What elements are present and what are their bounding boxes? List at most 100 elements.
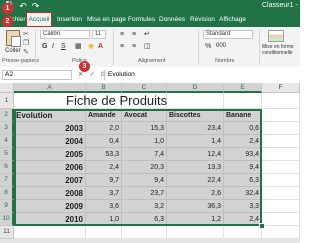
align-middle-icon[interactable]: ≡ bbox=[132, 30, 136, 39]
tab-accueil[interactable]: Accueil bbox=[26, 12, 52, 27]
cell[interactable] bbox=[224, 226, 262, 239]
row-header-6[interactable]: 6 bbox=[0, 161, 14, 174]
redo-icon[interactable]: ↷ bbox=[32, 1, 40, 11]
year-cell[interactable]: 2006 bbox=[14, 161, 86, 174]
number-format-select[interactable]: Standard bbox=[203, 30, 253, 39]
cell[interactable] bbox=[262, 135, 300, 148]
value-cell[interactable]: 1,0 bbox=[122, 135, 167, 148]
conditional-formatting-icon[interactable] bbox=[268, 30, 284, 42]
value-cell[interactable]: 6,3 bbox=[224, 174, 262, 187]
year-cell[interactable]: 2009 bbox=[14, 200, 86, 213]
fill-handle[interactable] bbox=[259, 223, 265, 229]
cell[interactable] bbox=[262, 93, 300, 109]
row-header-9[interactable]: 9 bbox=[0, 200, 14, 213]
paste-icon[interactable] bbox=[6, 30, 21, 47]
value-cell[interactable]: 1,2 bbox=[167, 213, 224, 226]
value-cell[interactable]: 23,7 bbox=[122, 187, 167, 200]
font-color-icon[interactable]: A bbox=[98, 42, 103, 51]
header-cell[interactable]: Banane bbox=[224, 109, 251, 122]
value-cell[interactable]: 1,0 bbox=[86, 213, 122, 226]
cell[interactable] bbox=[262, 109, 300, 122]
borders-icon[interactable]: ▦ bbox=[75, 42, 82, 51]
column-header-c[interactable]: C bbox=[122, 83, 167, 93]
tab-mise-en-page[interactable]: Mise en page bbox=[87, 12, 126, 27]
cell[interactable] bbox=[224, 93, 262, 109]
cell[interactable] bbox=[262, 213, 300, 226]
value-cell[interactable]: 1,4 bbox=[167, 135, 224, 148]
cell[interactable] bbox=[262, 148, 300, 161]
column-header-a[interactable]: A bbox=[14, 83, 86, 93]
cell[interactable] bbox=[122, 226, 167, 239]
year-cell[interactable]: 2005 bbox=[14, 148, 86, 161]
value-cell[interactable]: 12,4 bbox=[167, 148, 224, 161]
cell[interactable] bbox=[262, 226, 300, 239]
header-cell[interactable]: Amande bbox=[86, 109, 116, 122]
cell[interactable] bbox=[262, 174, 300, 187]
value-cell[interactable]: 15,3 bbox=[122, 122, 167, 135]
select-all-corner[interactable] bbox=[0, 83, 14, 93]
year-cell[interactable]: 2008 bbox=[14, 187, 86, 200]
underline-button[interactable]: S bbox=[61, 42, 66, 51]
row-header-3[interactable]: 3 bbox=[0, 122, 14, 135]
wrap-text-icon[interactable]: ↵ bbox=[144, 30, 150, 39]
year-cell[interactable]: 2003 bbox=[14, 122, 86, 135]
value-cell[interactable]: 0,4 bbox=[86, 135, 122, 148]
fill-color-icon[interactable]: ◉ bbox=[88, 42, 94, 51]
value-cell[interactable]: 2,0 bbox=[86, 122, 122, 135]
value-cell[interactable]: 9,4 bbox=[224, 161, 262, 174]
row-header-11[interactable]: 11 bbox=[0, 226, 14, 239]
value-cell[interactable]: 53,3 bbox=[86, 148, 122, 161]
font-name-select[interactable]: Calibri bbox=[40, 30, 90, 39]
year-cell[interactable]: 2010 bbox=[14, 213, 86, 226]
spreadsheet-grid[interactable]: A B C D E F 1 2 3 4 5 6 7 8 9 10 11 Fiche de Produits Evol… bbox=[0, 83, 300, 239]
value-cell[interactable]: 36,3 bbox=[167, 200, 224, 213]
tab-revision[interactable]: Révision bbox=[190, 12, 215, 27]
value-cell[interactable]: 2,4 bbox=[224, 213, 262, 226]
tab-insertion[interactable]: Insertion bbox=[57, 12, 82, 27]
cell[interactable] bbox=[262, 200, 300, 213]
cell[interactable] bbox=[262, 187, 300, 200]
italic-button[interactable]: I bbox=[52, 42, 54, 51]
row-header-10[interactable]: 10 bbox=[0, 213, 14, 226]
cut-icon[interactable]: ✂ bbox=[23, 30, 29, 38]
value-cell[interactable]: 3,7 bbox=[86, 187, 122, 200]
year-cell[interactable]: 2004 bbox=[14, 135, 86, 148]
name-box[interactable]: A2 bbox=[2, 70, 72, 80]
row-header-5[interactable]: 5 bbox=[0, 148, 14, 161]
conditional-formatting-button[interactable]: Mise en forme conditionnelle bbox=[262, 44, 302, 56]
enter-icon[interactable]: ✓ bbox=[89, 71, 94, 78]
value-cell[interactable]: 2,6 bbox=[167, 187, 224, 200]
value-cell[interactable]: 2,4 bbox=[86, 161, 122, 174]
tab-affichage[interactable]: Affichage bbox=[219, 12, 246, 27]
formula-input[interactable]: Evolution bbox=[104, 70, 298, 80]
value-cell[interactable]: 2,4 bbox=[224, 135, 262, 148]
header-cell[interactable]: Avocat bbox=[122, 109, 147, 122]
column-header-e[interactable]: E bbox=[224, 83, 262, 93]
thousands-button[interactable]: 000 bbox=[216, 42, 226, 51]
header-cell-evolution[interactable]: Evolution bbox=[14, 109, 52, 122]
value-cell[interactable]: 32,4 bbox=[224, 187, 262, 200]
cell[interactable] bbox=[167, 93, 224, 109]
undo-icon[interactable]: ↶ bbox=[19, 1, 27, 11]
value-cell[interactable]: 9,4 bbox=[122, 174, 167, 187]
value-cell[interactable]: 22,4 bbox=[167, 174, 224, 187]
row-header-1[interactable]: 1 bbox=[0, 93, 14, 109]
value-cell[interactable]: 3,3 bbox=[224, 200, 262, 213]
row-header-2[interactable]: 2 bbox=[0, 109, 14, 122]
format-painter-icon[interactable]: ✎ bbox=[23, 48, 29, 56]
value-cell[interactable]: 3,6 bbox=[86, 200, 122, 213]
value-cell[interactable]: 3,2 bbox=[122, 200, 167, 213]
value-cell[interactable]: 23,4 bbox=[167, 122, 224, 135]
cell[interactable] bbox=[167, 226, 224, 239]
align-center-icon[interactable]: ≡ bbox=[132, 42, 136, 51]
cell[interactable] bbox=[262, 161, 300, 174]
row-header-8[interactable]: 8 bbox=[0, 187, 14, 200]
row-header-7[interactable]: 7 bbox=[0, 174, 14, 187]
align-top-icon[interactable]: ≡ bbox=[120, 30, 124, 39]
cancel-icon[interactable]: ✕ bbox=[78, 71, 83, 78]
font-size-select[interactable]: 11 bbox=[92, 30, 106, 39]
tab-donnees[interactable]: Données bbox=[159, 12, 185, 27]
bold-button[interactable]: G bbox=[42, 42, 47, 51]
column-header-b[interactable]: B bbox=[86, 83, 122, 93]
cell[interactable] bbox=[262, 122, 300, 135]
